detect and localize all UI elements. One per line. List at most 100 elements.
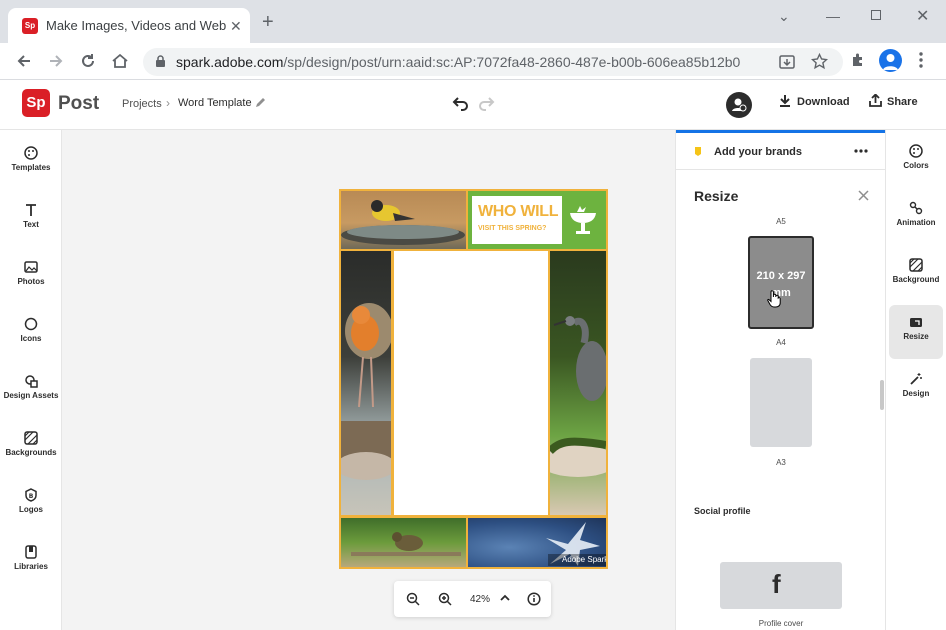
- section-social-profile: Social profile: [694, 506, 751, 516]
- tab-title: Make Images, Videos and Web St: [46, 18, 226, 33]
- favicon-icon: Sp: [22, 18, 38, 34]
- undo-icon[interactable]: [452, 95, 470, 111]
- left-rail-photos[interactable]: Photos: [0, 260, 62, 286]
- redo-icon[interactable]: [477, 95, 495, 111]
- left-rail-label: Photos: [17, 277, 45, 286]
- info-icon[interactable]: [527, 592, 541, 606]
- facebook-icon: f: [772, 569, 781, 599]
- close-window-icon[interactable]: ✕: [916, 6, 929, 26]
- address-bar[interactable]: spark.adobe.com/sp/design/post/urn:aaid:…: [143, 48, 843, 76]
- maximize-icon[interactable]: [871, 10, 881, 20]
- svg-text:B: B: [29, 493, 34, 500]
- size-card-a3[interactable]: [750, 358, 812, 447]
- right-rail-background[interactable]: Background: [889, 258, 943, 298]
- left-rail-text[interactable]: Text: [0, 203, 62, 229]
- minimize-icon[interactable]: —: [826, 8, 840, 24]
- reload-icon[interactable]: [78, 51, 98, 71]
- resize-panel: Add your brands Resize A5 210 x 297 mm A…: [675, 130, 886, 630]
- close-tab-icon[interactable]: ✕: [230, 18, 242, 35]
- left-rail-logos[interactable]: B Logos: [0, 488, 62, 514]
- right-rail-animation[interactable]: Animation: [889, 201, 943, 241]
- headline-box: WHO WILL VISIT THIS SPRING?: [472, 196, 562, 244]
- right-rail-label: Animation: [896, 218, 936, 227]
- browser-tab[interactable]: Sp Make Images, Videos and Web St ✕: [8, 8, 250, 43]
- download-button[interactable]: Download: [797, 96, 850, 108]
- back-icon[interactable]: [14, 51, 34, 71]
- hand-cursor-icon: [767, 290, 781, 308]
- left-rail-libraries[interactable]: Libraries: [0, 545, 62, 571]
- invite-collaborator-icon[interactable]: [726, 92, 752, 118]
- left-rail-label: Design Assets: [3, 391, 59, 400]
- right-rail-colors[interactable]: Colors: [889, 144, 943, 184]
- rename-pencil-icon[interactable]: [254, 96, 267, 109]
- browser-tab-bar: Sp Make Images, Videos and Web St ✕ + ⌄ …: [0, 0, 946, 43]
- forward-icon[interactable]: [46, 51, 66, 71]
- close-panel-icon[interactable]: [858, 190, 869, 201]
- url-text: spark.adobe.com/sp/design/post/urn:aaid:…: [176, 54, 741, 70]
- photo-robin[interactable]: [341, 251, 391, 515]
- right-rail-label: Resize: [903, 332, 929, 341]
- breadcrumb-project-title[interactable]: Word Template: [178, 97, 252, 109]
- left-rail-label: Icons: [20, 334, 42, 343]
- left-rail-icons[interactable]: Icons: [0, 317, 62, 343]
- breadcrumb-projects[interactable]: Projects: [122, 98, 162, 110]
- left-rail-backgrounds[interactable]: Backgrounds: [0, 431, 62, 457]
- add-brands-label[interactable]: Add your brands: [714, 146, 802, 158]
- photo-bird-branch[interactable]: [341, 518, 466, 567]
- install-icon[interactable]: [779, 54, 795, 70]
- left-rail-templates[interactable]: Templates: [0, 146, 62, 172]
- photo-bird-birdbath[interactable]: [341, 191, 466, 249]
- tab-search-chevron-icon[interactable]: ⌄: [778, 8, 790, 25]
- left-toolbar: Templates Text Photos Icons Design Asset…: [0, 130, 62, 630]
- headline-block[interactable]: WHO WILL VISIT THIS SPRING?: [468, 191, 606, 249]
- size-card-profile-cover[interactable]: f: [720, 562, 842, 609]
- size-card-a4-text: 210 x 297 mm: [756, 270, 806, 299]
- canvas-area[interactable]: WHO WILL VISIT THIS SPRING? Adobe Spark …: [62, 130, 675, 630]
- download-icon[interactable]: [779, 94, 791, 107]
- right-toolbar: Colors Animation Background Resize Desig…: [885, 130, 946, 630]
- size-card-a4[interactable]: 210 x 297 mm: [748, 236, 814, 329]
- browser-menu-icon[interactable]: [919, 52, 923, 68]
- right-rail-label: Background: [892, 275, 940, 284]
- breadcrumb-chevron-icon: ›: [166, 96, 170, 110]
- right-rail-design[interactable]: Design: [889, 372, 943, 412]
- size-label-profile-cover: Profile cover: [758, 619, 804, 628]
- logo-icon: B: [24, 488, 38, 502]
- shapes-icon: [24, 374, 38, 388]
- photo-heron[interactable]: [550, 251, 606, 515]
- chevron-up-icon[interactable]: [500, 594, 510, 602]
- bookmark-star-icon[interactable]: [811, 53, 828, 70]
- left-rail-design-assets[interactable]: Design Assets: [0, 374, 62, 400]
- hatch-icon: [909, 258, 923, 272]
- text-icon: [24, 203, 38, 217]
- spark-logo[interactable]: Sp: [22, 89, 50, 117]
- add-brands-bar[interactable]: Add your brands: [676, 133, 886, 170]
- right-rail-label: Colors: [903, 161, 929, 170]
- photo-icon: [24, 260, 38, 274]
- more-options-icon[interactable]: [854, 149, 868, 153]
- size-label-a5: A5: [776, 217, 786, 226]
- right-rail-label: Design: [902, 389, 930, 398]
- new-tab-icon[interactable]: +: [262, 12, 274, 32]
- browser-toolbar: spark.adobe.com/sp/design/post/urn:aaid:…: [0, 43, 946, 80]
- hatch-icon: [24, 431, 38, 445]
- panel-scrollbar[interactable]: [880, 380, 884, 410]
- lock-icon[interactable]: [155, 55, 166, 68]
- zoom-in-icon[interactable]: [438, 592, 452, 606]
- zoom-toolbar: 42%: [394, 581, 551, 617]
- share-button[interactable]: Share: [887, 96, 918, 108]
- zoom-level[interactable]: 42%: [470, 594, 490, 605]
- zoom-out-icon[interactable]: [406, 592, 420, 606]
- profile-avatar-icon[interactable]: [879, 49, 902, 72]
- blank-text-area[interactable]: [394, 251, 548, 515]
- right-rail-resize[interactable]: Resize: [889, 305, 943, 359]
- design-canvas[interactable]: WHO WILL VISIT THIS SPRING? Adobe Spark: [339, 189, 608, 569]
- photo-lily[interactable]: Adobe Spark: [468, 518, 606, 567]
- left-rail-label: Templates: [11, 163, 51, 172]
- share-icon[interactable]: [869, 94, 882, 107]
- panel-title: Resize: [694, 188, 739, 204]
- animation-icon: [909, 201, 923, 215]
- home-icon[interactable]: [110, 51, 130, 71]
- brand-tag-icon: [694, 146, 702, 157]
- extensions-icon[interactable]: [850, 52, 867, 69]
